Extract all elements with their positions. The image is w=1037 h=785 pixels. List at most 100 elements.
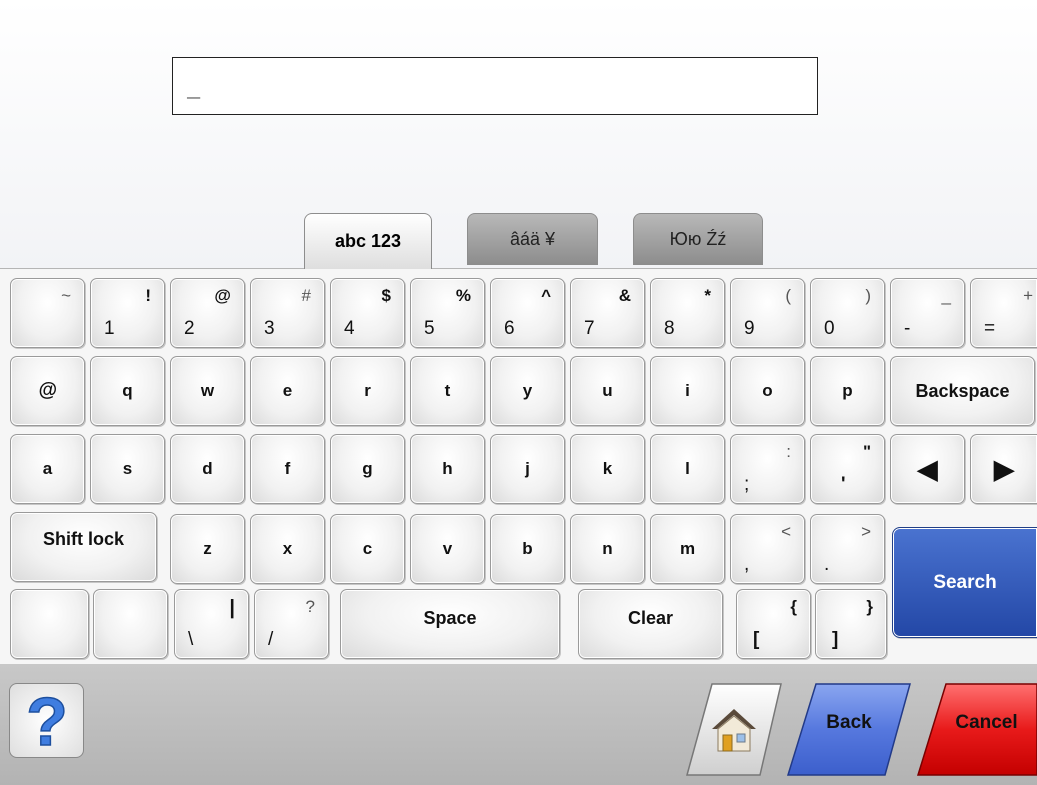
key-g[interactable]: g [330, 434, 405, 504]
key-lower: 3 [264, 318, 275, 339]
key-lower: 2 [184, 318, 195, 339]
key-m[interactable]: m [650, 514, 725, 584]
key-x[interactable]: x [250, 514, 325, 584]
key-4[interactable]: 4 $ [330, 278, 405, 348]
key-p[interactable]: p [810, 356, 885, 426]
key-h[interactable]: h [410, 434, 485, 504]
key-label: i [685, 381, 690, 400]
key-label: Space [423, 608, 477, 628]
key-lower: ] [832, 629, 839, 650]
key-o[interactable]: o [730, 356, 805, 426]
key-label: r [364, 381, 371, 400]
arrow-left-key[interactable]: ◀ [890, 434, 965, 504]
key-q[interactable]: q [90, 356, 165, 426]
key-label: a [42, 459, 53, 478]
key-t[interactable]: t [410, 356, 485, 426]
arrow-right-icon: ▶ [994, 453, 1014, 484]
search-button[interactable]: Search [892, 527, 1037, 638]
key-label: u [602, 381, 613, 400]
key-n[interactable]: n [570, 514, 645, 584]
key-label: o [762, 381, 773, 400]
key-6[interactable]: 6 ^ [490, 278, 565, 348]
key-quote[interactable]: ' " [810, 434, 885, 504]
back-button[interactable]: Back [786, 683, 912, 776]
key-label: l [685, 459, 690, 478]
key-lower: . [824, 554, 830, 575]
key-j[interactable]: j [490, 434, 565, 504]
key-label: h [442, 459, 453, 478]
key-a[interactable]: a [10, 434, 85, 504]
key-upper: ~ [61, 286, 71, 305]
key-r[interactable]: r [330, 356, 405, 426]
key-8[interactable]: 8 * [650, 278, 725, 348]
key-lower: ' [841, 474, 846, 495]
key-minus[interactable]: - _ [890, 278, 965, 348]
key-5[interactable]: 5% [410, 278, 485, 348]
key-at[interactable]: @ [10, 356, 85, 426]
key-label: k [602, 459, 613, 478]
key-semicolon[interactable]: ;: [730, 434, 805, 504]
key-v[interactable]: v [410, 514, 485, 584]
help-button[interactable]: ? [9, 683, 84, 758]
key-label: z [203, 539, 212, 558]
arrow-right-key[interactable]: ▶ [970, 434, 1037, 504]
key-slash[interactable]: /? [254, 589, 329, 659]
key-w[interactable]: w [170, 356, 245, 426]
tab-cyrillic[interactable]: Юю Źź [633, 213, 763, 265]
key-lower: 6 [504, 318, 515, 339]
key-f[interactable]: f [250, 434, 325, 504]
key-z[interactable]: z [170, 514, 245, 584]
space-key[interactable]: Space [340, 589, 560, 659]
key-close-bracket[interactable]: ]} [815, 589, 887, 659]
key-upper: + [1023, 286, 1033, 305]
key-lower: - [904, 318, 911, 339]
key-open-bracket[interactable]: [{ [736, 589, 811, 659]
home-icon [712, 709, 756, 752]
cancel-button[interactable]: Cancel [916, 683, 1037, 776]
key-s[interactable]: s [90, 434, 165, 504]
key-i[interactable]: i [650, 356, 725, 426]
key-3[interactable]: 3 # [250, 278, 325, 348]
key-lower: / [268, 629, 274, 650]
key-period[interactable]: . > [810, 514, 885, 584]
clear-key[interactable]: Clear [578, 589, 723, 659]
key-lower: , [744, 554, 750, 575]
key-u[interactable]: u [570, 356, 645, 426]
key-7[interactable]: 7 & [570, 278, 645, 348]
key-label: f [284, 459, 291, 478]
key-y[interactable]: y [490, 356, 565, 426]
text-caret: _ [187, 78, 201, 103]
tab-abc-123[interactable]: abc 123 [304, 213, 432, 269]
home-button[interactable] [686, 683, 782, 776]
key-0[interactable]: 0) [810, 278, 885, 348]
tab-accented[interactable]: âáä ¥ [467, 213, 598, 265]
key-2[interactable]: 2 @ [170, 278, 245, 348]
key-e[interactable]: e [250, 356, 325, 426]
key-upper: @ [214, 286, 231, 305]
key-l[interactable]: l [650, 434, 725, 504]
key-upper: & [618, 286, 631, 305]
blank-key-2[interactable] [93, 589, 168, 659]
key-upper: % [455, 286, 471, 305]
blank-key-1[interactable] [10, 589, 89, 659]
backspace-key[interactable]: Backspace [890, 356, 1035, 426]
key-upper: ? [305, 597, 315, 616]
key-b[interactable]: b [490, 514, 565, 584]
key-lower: 7 [584, 318, 595, 339]
key-label: e [282, 381, 293, 400]
key-tilde[interactable]: ~ [10, 278, 85, 348]
key-backslash[interactable]: \ | [174, 589, 249, 659]
shift-lock-key[interactable]: Shift lock [10, 512, 157, 582]
key-label: s [122, 459, 133, 478]
key-d[interactable]: d [170, 434, 245, 504]
key-k[interactable]: k [570, 434, 645, 504]
key-c[interactable]: c [330, 514, 405, 584]
key-1[interactable]: 1! [90, 278, 165, 348]
key-lower: = [984, 318, 996, 339]
key-equals[interactable]: = + [970, 278, 1037, 348]
search-input[interactable]: _ [172, 57, 818, 115]
key-upper: * [704, 286, 711, 305]
key-label: Search [933, 571, 997, 593]
key-9[interactable]: 9( [730, 278, 805, 348]
key-comma[interactable]: , < [730, 514, 805, 584]
